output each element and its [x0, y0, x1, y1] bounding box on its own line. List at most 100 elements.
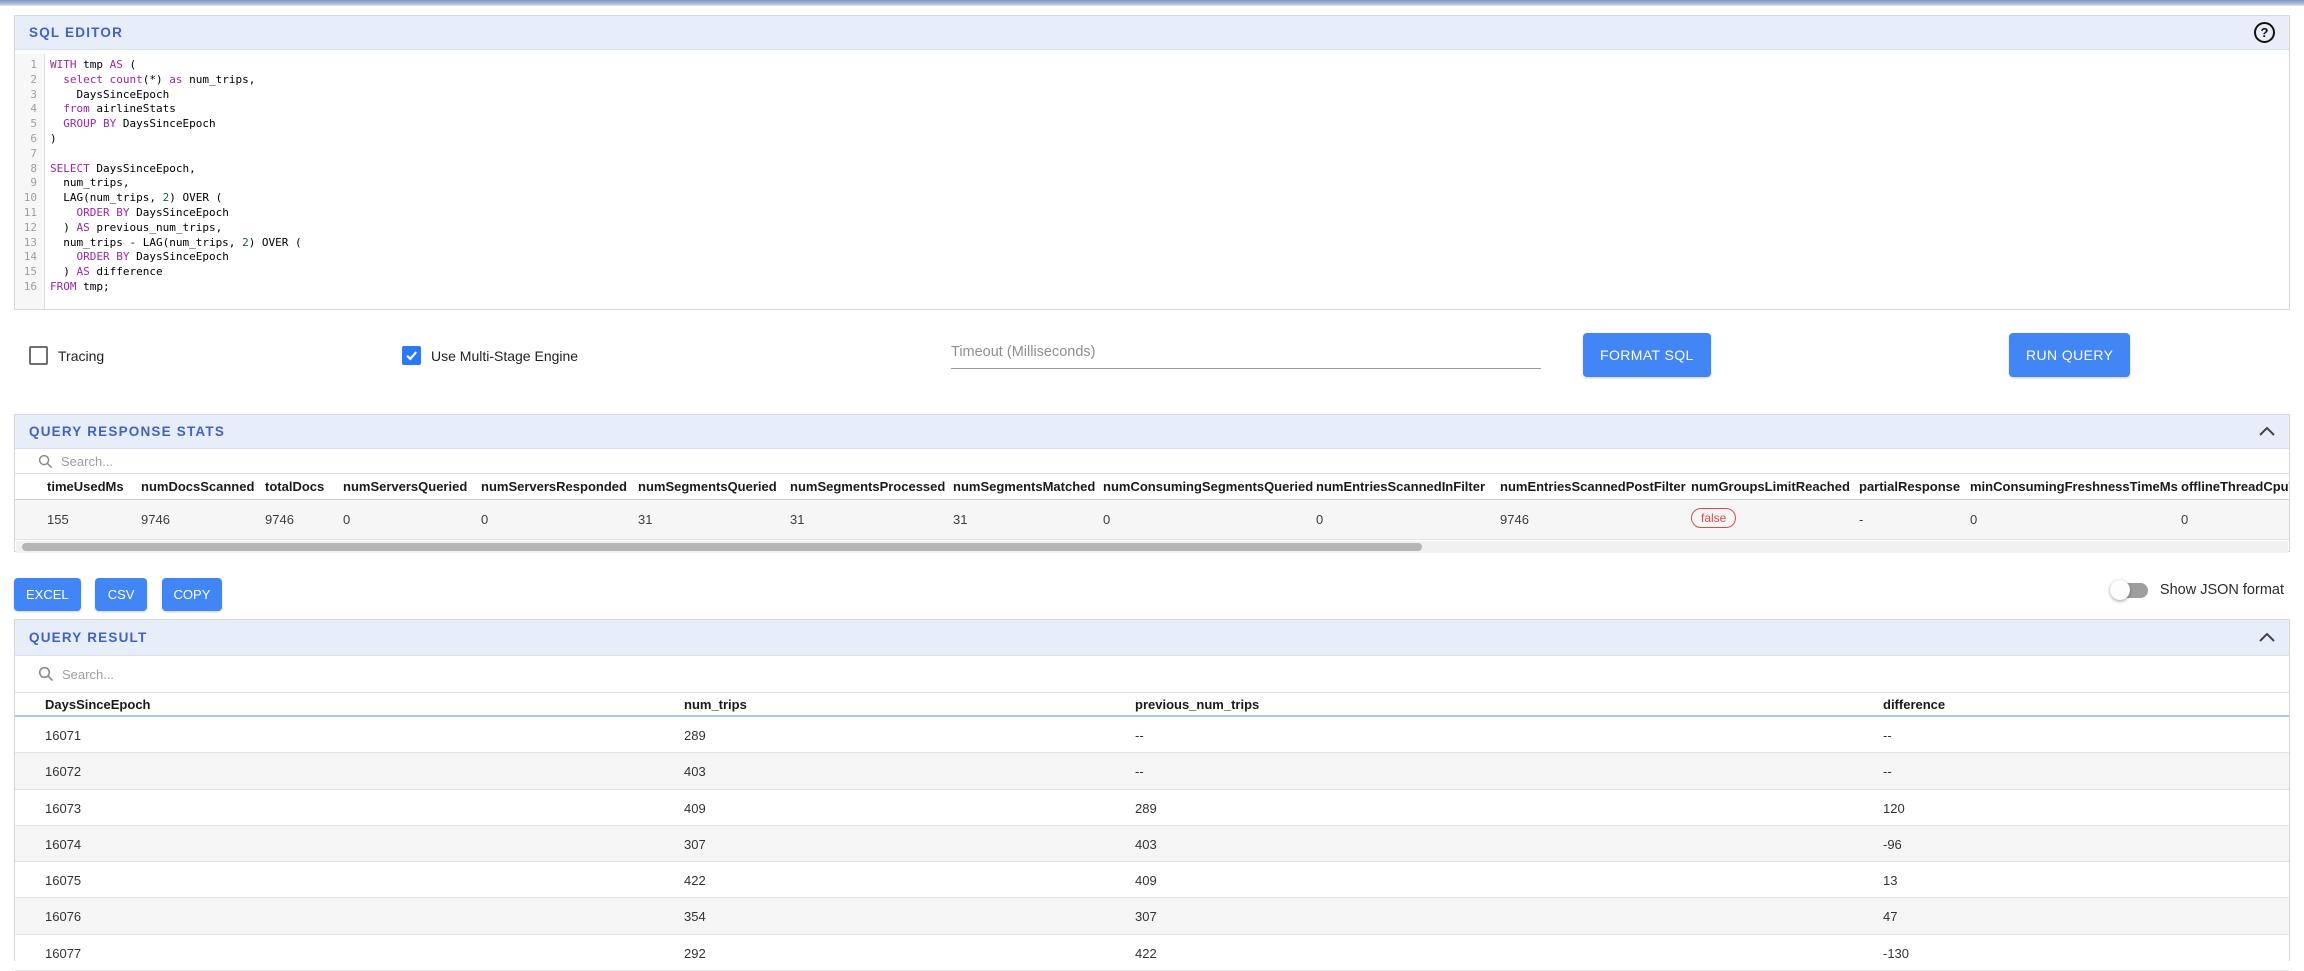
stats-column-header: numEntriesScannedPostFilter — [1500, 479, 1686, 494]
result-cell: -130 — [1883, 946, 1909, 961]
csv-button[interactable]: CSV — [95, 578, 147, 611]
code-line[interactable]: FROM tmp; — [50, 280, 2289, 295]
result-search-input[interactable] — [62, 667, 2279, 682]
result-table-body: 16071289----16072403----1607340928912016… — [15, 717, 2289, 971]
stats-value-row: 1559746974600313131009746false-00 — [15, 500, 2289, 540]
collapse-chevron-icon[interactable] — [2259, 633, 2275, 642]
line-number: 2 — [15, 73, 44, 88]
multistage-checkbox[interactable] — [402, 346, 421, 365]
code-line[interactable]: ORDER BY DaysSinceEpoch — [50, 250, 2289, 265]
stats-title: QUERY RESPONSE STATS — [29, 424, 225, 439]
timeout-input[interactable] — [951, 338, 1541, 369]
code-line[interactable]: ) AS difference — [50, 265, 2289, 280]
code-line[interactable]: num_trips - LAG(num_trips, 2) OVER ( — [50, 236, 2289, 251]
search-icon — [38, 666, 54, 682]
stats-header: QUERY RESPONSE STATS — [15, 415, 2289, 449]
result-column-header[interactable]: previous_num_trips — [1135, 697, 1259, 712]
search-icon — [38, 454, 53, 469]
line-number: 15 — [15, 265, 44, 280]
result-cell: 47 — [1883, 909, 1897, 924]
collapse-chevron-icon[interactable] — [2259, 427, 2275, 436]
result-cell: -- — [1883, 764, 1892, 779]
stats-column-header: numSegmentsProcessed — [790, 479, 945, 494]
code-line[interactable]: LAG(num_trips, 2) OVER ( — [50, 191, 2289, 206]
code-line[interactable]: ORDER BY DaysSinceEpoch — [50, 206, 2289, 221]
stats-column-header: totalDocs — [265, 479, 324, 494]
line-number: 1 — [15, 58, 44, 73]
stats-column-header: numGroupsLimitReached — [1691, 479, 1850, 494]
stats-column-header: numSegmentsMatched — [953, 479, 1095, 494]
line-number: 12 — [15, 221, 44, 236]
help-icon[interactable]: ? — [2254, 22, 2275, 43]
tracing-checkbox-group[interactable]: Tracing — [29, 346, 104, 365]
multistage-checkbox-group[interactable]: Use Multi-Stage Engine — [402, 346, 578, 365]
code-line[interactable]: from airlineStats — [50, 102, 2289, 117]
result-header: QUERY RESULT — [15, 620, 2289, 656]
result-cell: 403 — [684, 764, 706, 779]
table-row[interactable]: 16077292422-130 — [15, 935, 2289, 971]
code-line[interactable]: select count(*) as num_trips, — [50, 73, 2289, 88]
tracing-checkbox[interactable] — [29, 346, 48, 365]
result-cell: 403 — [1135, 837, 1157, 852]
code-line[interactable]: SELECT DaysSinceEpoch, — [50, 162, 2289, 177]
table-row[interactable]: 1607542240913 — [15, 862, 2289, 898]
stats-column-header: partialResponse — [1859, 479, 1960, 494]
query-response-stats-card: QUERY RESPONSE STATS timeUsedMsnumDocsSc… — [14, 414, 2290, 552]
line-number: 11 — [15, 206, 44, 221]
stats-column-header: minConsumingFreshnessTimeMs — [1970, 479, 2178, 494]
stats-cell: 9746 — [265, 512, 294, 527]
result-cell: 289 — [684, 728, 706, 743]
sql-code-editor[interactable]: 12345678910111213141516 WITH tmp AS ( se… — [15, 54, 2289, 309]
result-cell: 16072 — [45, 764, 81, 779]
code-line[interactable] — [50, 147, 2289, 162]
result-column-header[interactable]: num_trips — [684, 697, 747, 712]
horizontal-scrollbar-thumb[interactable] — [22, 543, 1422, 551]
excel-button[interactable]: EXCEL — [14, 578, 81, 611]
code-line[interactable]: WITH tmp AS ( — [50, 58, 2289, 73]
horizontal-scrollbar — [16, 541, 2288, 553]
code-line[interactable]: GROUP BY DaysSinceEpoch — [50, 117, 2289, 132]
stats-search-input[interactable] — [61, 454, 2279, 469]
query-result-card: QUERY RESULT DaysSinceEpoch num_trips prev… — [14, 619, 2290, 961]
stats-cell: - — [1859, 512, 1863, 527]
line-number: 13 — [15, 236, 44, 251]
stats-column-header: numDocsScanned — [141, 479, 254, 494]
code-line[interactable]: DaysSinceEpoch — [50, 88, 2289, 103]
top-accent-bar — [0, 0, 2304, 6]
show-json-toggle[interactable] — [2113, 583, 2148, 598]
stats-column-header: numSegmentsQueried — [638, 479, 777, 494]
stats-column-header: numServersResponded — [481, 479, 627, 494]
code-line[interactable]: num_trips, — [50, 176, 2289, 191]
table-row[interactable]: 16073409289120 — [15, 790, 2289, 826]
checkmark-icon — [404, 348, 419, 363]
result-cell: -96 — [1883, 837, 1902, 852]
stats-cell: false — [1691, 512, 1736, 532]
table-row[interactable]: 16072403---- — [15, 753, 2289, 789]
line-number: 9 — [15, 176, 44, 191]
copy-button[interactable]: COPY — [162, 578, 223, 611]
line-number: 3 — [15, 88, 44, 103]
line-number: 16 — [15, 280, 44, 295]
result-cell: 16073 — [45, 801, 81, 816]
stats-cell: 31 — [638, 512, 652, 527]
table-row[interactable]: 1607635430747 — [15, 898, 2289, 934]
table-row[interactable]: 16071289---- — [15, 717, 2289, 753]
stats-cell: 31 — [790, 512, 804, 527]
run-query-button[interactable]: RUN QUERY — [2009, 333, 2130, 377]
format-sql-button[interactable]: FORMAT SQL — [1583, 333, 1711, 377]
export-row: EXCEL CSV COPY Show JSON format — [14, 578, 2290, 614]
table-row[interactable]: 16074307403-96 — [15, 826, 2289, 862]
sql-code-area[interactable]: WITH tmp AS ( select count(*) as num_tri… — [45, 54, 2289, 309]
stats-cell: 155 — [47, 512, 69, 527]
sql-editor-header: SQL EDITOR ? — [15, 16, 2289, 50]
line-number: 7 — [15, 147, 44, 162]
stats-cell: 9746 — [141, 512, 170, 527]
stats-cell: 31 — [953, 512, 967, 527]
result-cell: 16076 — [45, 909, 81, 924]
stats-cell: 0 — [1103, 512, 1110, 527]
result-column-header[interactable]: DaysSinceEpoch — [45, 697, 151, 712]
code-line[interactable]: ) AS previous_num_trips, — [50, 221, 2289, 236]
code-line[interactable]: ) — [50, 132, 2289, 147]
result-title: QUERY RESULT — [29, 630, 147, 645]
result-column-header[interactable]: difference — [1883, 697, 1945, 712]
